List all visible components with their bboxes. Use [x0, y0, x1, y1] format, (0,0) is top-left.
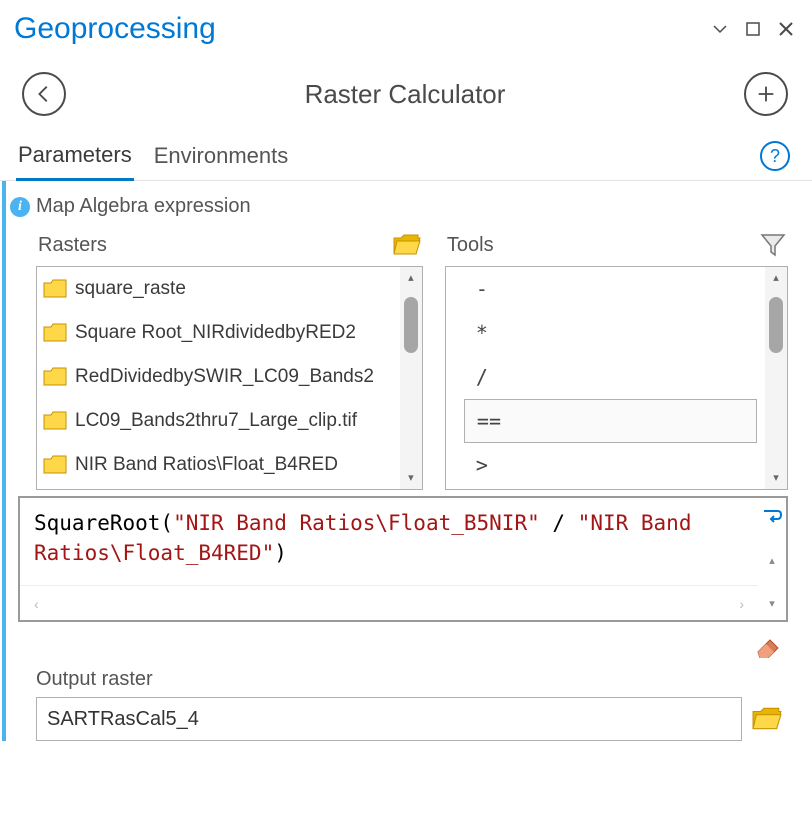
rasters-list[interactable]: square_raste Square Root_NIRdividedbyRED… — [36, 266, 423, 490]
raster-item: NIR Band Ratios\Float_B4RED — [37, 443, 400, 487]
scroll-down-icon[interactable]: ▾ — [769, 597, 775, 610]
maximize-icon[interactable] — [742, 22, 764, 36]
tool-item-selected: == — [464, 399, 757, 443]
add-button[interactable] — [744, 72, 788, 116]
tools-header: Tools — [447, 234, 494, 257]
tool-item: * — [446, 311, 765, 355]
tool-item: - — [446, 267, 765, 311]
filter-icon[interactable] — [760, 232, 786, 258]
tool-item: > — [446, 443, 765, 487]
eraser-icon[interactable] — [752, 634, 782, 658]
back-button[interactable] — [22, 72, 66, 116]
expression-input[interactable]: SquareRoot("NIR Band Ratios\Float_B5NIR"… — [18, 496, 788, 622]
scroll-down-icon: ▾ — [400, 467, 422, 489]
tools-list[interactable]: - * / == > ▴ ▾ — [445, 266, 788, 490]
pane-title: Geoprocessing — [14, 12, 708, 46]
wrap-icon[interactable] — [762, 508, 782, 524]
raster-item: RedDividedbySWIR_LC09_Bands2 — [37, 355, 400, 399]
scroll-down-icon: ▾ — [765, 467, 787, 489]
hscroll[interactable]: ‹› — [20, 585, 758, 620]
scroll-up-icon[interactable]: ▴ — [769, 554, 775, 567]
help-icon[interactable]: ? — [760, 141, 790, 171]
output-raster-label: Output raster — [36, 668, 782, 697]
rasters-header: Rasters — [38, 234, 107, 257]
scroll-up-icon: ▴ — [765, 267, 787, 289]
scrollbar[interactable]: ▴ ▾ — [400, 267, 422, 489]
close-icon[interactable] — [774, 21, 798, 37]
info-icon: i — [10, 197, 30, 217]
tool-title: Raster Calculator — [80, 79, 730, 110]
folder-icon[interactable] — [393, 234, 421, 256]
raster-item: LC09_Bands2thru7_Large_clip.tif — [37, 399, 400, 443]
raster-item: square_raste — [37, 267, 400, 311]
output-raster-input[interactable] — [36, 697, 742, 741]
expression-label: Map Algebra expression — [36, 195, 251, 218]
browse-folder-icon[interactable] — [752, 707, 782, 731]
tool-item: / — [446, 355, 765, 399]
scrollbar[interactable]: ▴ ▾ — [765, 267, 787, 489]
raster-item: Square Root_NIRdividedbyRED2 — [37, 311, 400, 355]
scroll-up-icon: ▴ — [400, 267, 422, 289]
tab-environments[interactable]: Environments — [152, 137, 291, 179]
tab-parameters[interactable]: Parameters — [16, 136, 134, 181]
dropdown-icon[interactable] — [708, 21, 732, 37]
